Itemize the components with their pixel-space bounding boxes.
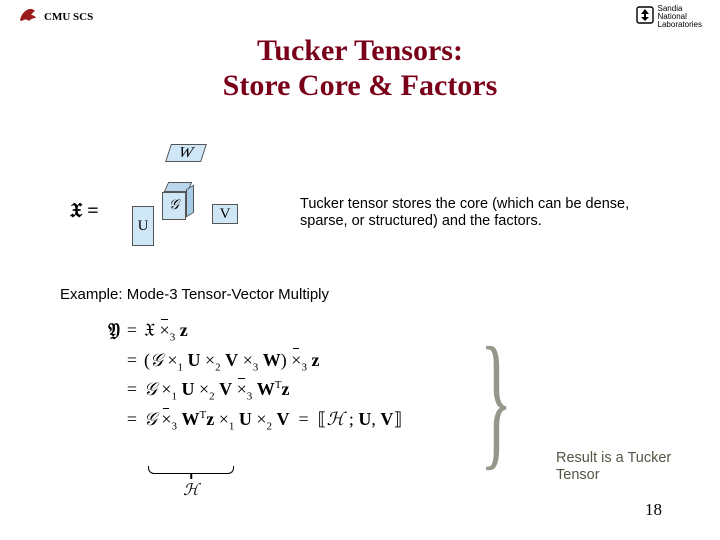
eq-rhs: 𝔛 ×3 z — [144, 316, 188, 346]
equation-block: 𝔜 = 𝔛 ×3 z = (𝒢 ×1 U ×2 V ×3 W) ×3 z = 𝒢… — [80, 316, 402, 435]
factor-w-box: W — [165, 144, 207, 162]
equation-row-1: 𝔜 = 𝔛 ×3 z — [80, 316, 402, 346]
result-brace: } — [480, 326, 552, 476]
explanation-text: Tucker tensor stores the core (which can… — [300, 196, 680, 231]
factor-v-box: V — [212, 204, 238, 224]
equals-sign: = — [120, 346, 144, 376]
equals-sign: = — [120, 405, 144, 435]
equation-row-2: = (𝒢 ×1 U ×2 V ×3 W) ×3 z — [80, 346, 402, 376]
result-annotation: Result is a Tucker Tensor — [556, 450, 686, 483]
equals-sign: = — [120, 316, 144, 346]
factor-u-box: U — [132, 206, 154, 246]
equation-row-3: = 𝒢 ×1 U ×2 V ×3 WTz — [80, 375, 402, 405]
thunderbird-icon — [636, 6, 654, 29]
core-front-face: 𝒢 — [162, 192, 186, 220]
equation-row-4: = 𝒢 ×3 WTz ×1 U ×2 V = ⟦ℋ ; U, V⟧ — [80, 405, 402, 435]
tensor-x-equals: 𝔛 = — [70, 200, 99, 223]
sponsor-line: Laboratories — [658, 21, 702, 29]
title-line-2: Store Core & Factors — [0, 69, 720, 104]
eq-rhs: (𝒢 ×1 U ×2 V ×3 W) ×3 z — [144, 346, 319, 376]
eq-rhs: 𝒢 ×3 WTz ×1 U ×2 V = ⟦ℋ ; U, V⟧ — [144, 405, 402, 435]
equals-sign: = — [120, 375, 144, 405]
core-side-face — [186, 185, 194, 218]
eq-rhs: 𝒢 ×1 U ×2 V ×3 WTz — [144, 375, 290, 405]
slide-header: CMU SCS Sandia National Laboratories — [0, 0, 720, 28]
core-tensor-g: 𝒢 — [162, 192, 186, 220]
core-label: 𝒢 — [169, 198, 179, 214]
example-heading: Example: Mode-3 Tensor-Vector Multiply — [60, 286, 329, 303]
org-label: CMU SCS — [44, 11, 93, 23]
underbrace-label: ℋ — [148, 480, 234, 500]
dragon-icon — [18, 6, 38, 29]
underbrace-h: ℋ — [148, 466, 234, 500]
header-left: CMU SCS — [18, 6, 93, 29]
big-brace-icon: } — [480, 337, 512, 465]
sponsor-text: Sandia National Laboratories — [658, 5, 702, 29]
eq-lhs: 𝔜 — [80, 316, 120, 346]
sponsor-logo: Sandia National Laboratories — [636, 5, 702, 29]
slide-title: Tucker Tensors: Store Core & Factors — [0, 34, 720, 103]
tucker-decomposition-diagram: 𝔛 = W 𝒢 V U — [70, 130, 270, 250]
page-number: 18 — [645, 500, 662, 520]
title-line-1: Tucker Tensors: — [0, 34, 720, 69]
brace-icon — [148, 466, 234, 474]
